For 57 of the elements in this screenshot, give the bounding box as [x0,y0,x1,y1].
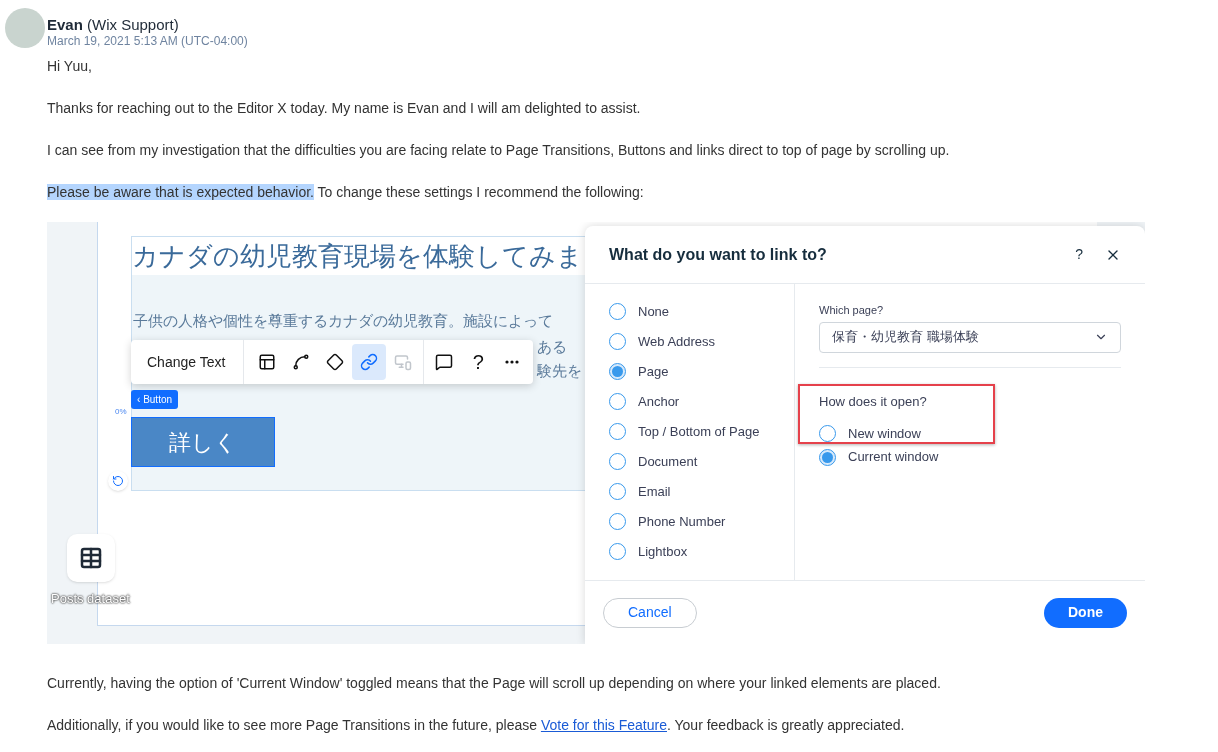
option-label: New window [848,424,921,443]
comment-icon [435,353,454,371]
dataset-label: Posts dataset [51,590,130,608]
option-label: Lightbox [638,542,688,561]
radio[interactable] [609,303,626,320]
help-button[interactable]: ? [1075,244,1083,265]
field-label: Which page? [819,303,885,318]
radio[interactable] [609,393,626,410]
section-label: How does it open? [819,392,928,411]
help-button[interactable]: ? [461,344,496,380]
option-label: Current window [848,448,939,467]
message-paragraph: Hi Yuu, [47,57,93,76]
offset-label: 0% [115,406,127,418]
vote-link[interactable]: Vote for this Feature [540,717,667,733]
timestamp: March 19, 2021 5:13 AM (UTC-04:00) [47,34,248,48]
message-paragraph: Additionally, if you would like to see more Page Transitions in the future, please Vote for this Feature. Your feedback is greatly appreciated. [47,716,906,735]
body-text: 験先を [537,361,582,382]
radio[interactable] [819,425,836,442]
message-paragraph: I can see from my investigation that the difficulties you are facing relate to Page Transitions, Buttons and links direct to top of page by scrolling up. [47,141,951,160]
radio[interactable] [609,543,626,560]
option-label: Top / Bottom of Page [638,422,760,441]
change-text-button[interactable]: Change Text [135,344,238,380]
selected-text: Please be aware that is expected behavior. [47,184,314,200]
radio-selected[interactable] [819,448,836,466]
selected-button[interactable]: 詳しく [131,417,275,467]
radio-selected[interactable] [609,363,626,380]
message-paragraph: Thanks for reaching out to the Editor X today. My name is Evan and I will am delighted to assist. [47,99,642,118]
more-icon [505,360,520,364]
avatar [5,8,45,48]
option-label: None [638,302,670,321]
radio[interactable] [609,333,626,350]
dialog-title: What do you want to link to? [609,244,828,265]
body-text: 子供の人格や個性を尊重するカナダの幼児教育。施設によって [133,311,553,332]
option-label: Document [638,452,698,471]
option-label: Web Address [638,332,716,351]
option-label: Phone Number [638,512,726,531]
author-name: Evan (Wix Support) [47,16,180,34]
element-tag[interactable]: ‹ Button [131,390,179,409]
diamond-icon [326,353,345,371]
done-button[interactable]: Done [1044,597,1127,628]
message-paragraph: Please be aware that is expected behavior. To change these settings I recommend the following: [47,183,645,202]
devices-icon [394,353,413,371]
option-label: Anchor [638,392,680,411]
link-tool-button[interactable] [352,344,387,380]
radio[interactable] [609,513,626,530]
radio[interactable] [609,423,626,440]
connect-icon [292,353,311,371]
radio[interactable] [609,483,626,500]
message-paragraph: Currently, having the option of 'Current Window' toggled means that the Page will scroll up depending on where your linked elements are placed. [47,674,942,693]
layout-icon [258,353,277,371]
link-icon [360,353,379,371]
option-label: Email [638,482,671,501]
dataset-icon[interactable] [67,534,115,582]
page-dropdown[interactable]: 保育・幼児教育 職場体験 [819,321,1121,353]
body-text: ある [537,337,567,358]
option-label: Page [638,362,669,381]
radio[interactable] [609,453,626,470]
